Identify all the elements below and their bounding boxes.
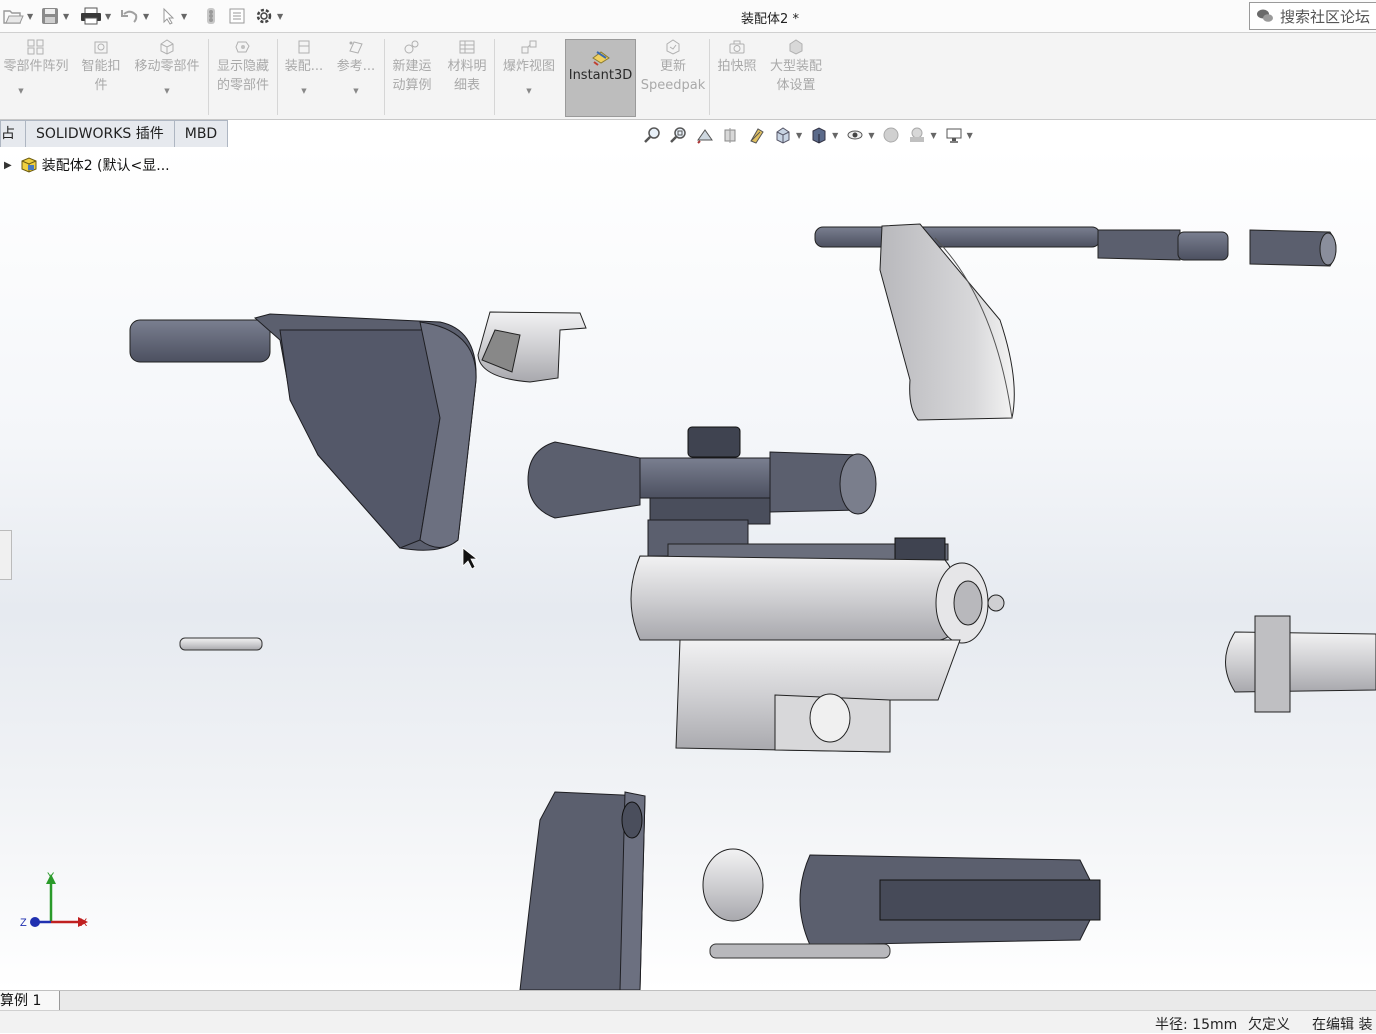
coordinate-triad: Y X Z — [18, 868, 98, 930]
status-radius: 半径: 15mm — [1155, 1014, 1237, 1034]
mouse-cursor-icon — [463, 548, 477, 569]
magazine-part[interactable] — [520, 792, 645, 990]
muzzle-brake-part[interactable] — [1226, 616, 1376, 712]
triad-x-label: X — [80, 917, 88, 929]
tab-motion-study-1[interactable]: 算例 1 — [0, 991, 60, 1011]
handguard-part[interactable] — [703, 849, 1100, 958]
receiver-part[interactable] — [631, 538, 1004, 752]
bottom-tab-bar: 算例 1 — [0, 990, 1376, 1011]
status-definition: 欠定义 — [1248, 1014, 1290, 1034]
triad-z-label: Z — [20, 917, 27, 929]
pistol-grip-part[interactable] — [880, 224, 1014, 420]
status-editing: 在编辑 装 — [1312, 1014, 1372, 1034]
triad-y-label: Y — [47, 871, 55, 883]
exploded-assembly-model — [0, 0, 1376, 1032]
pin-part[interactable] — [180, 638, 262, 650]
scope-part[interactable] — [528, 427, 876, 556]
status-bar: 半径: 15mm 欠定义 在编辑 装 — [0, 1010, 1376, 1033]
buttstock-part[interactable] — [130, 314, 476, 550]
cheek-rest-part[interactable] — [478, 312, 586, 382]
